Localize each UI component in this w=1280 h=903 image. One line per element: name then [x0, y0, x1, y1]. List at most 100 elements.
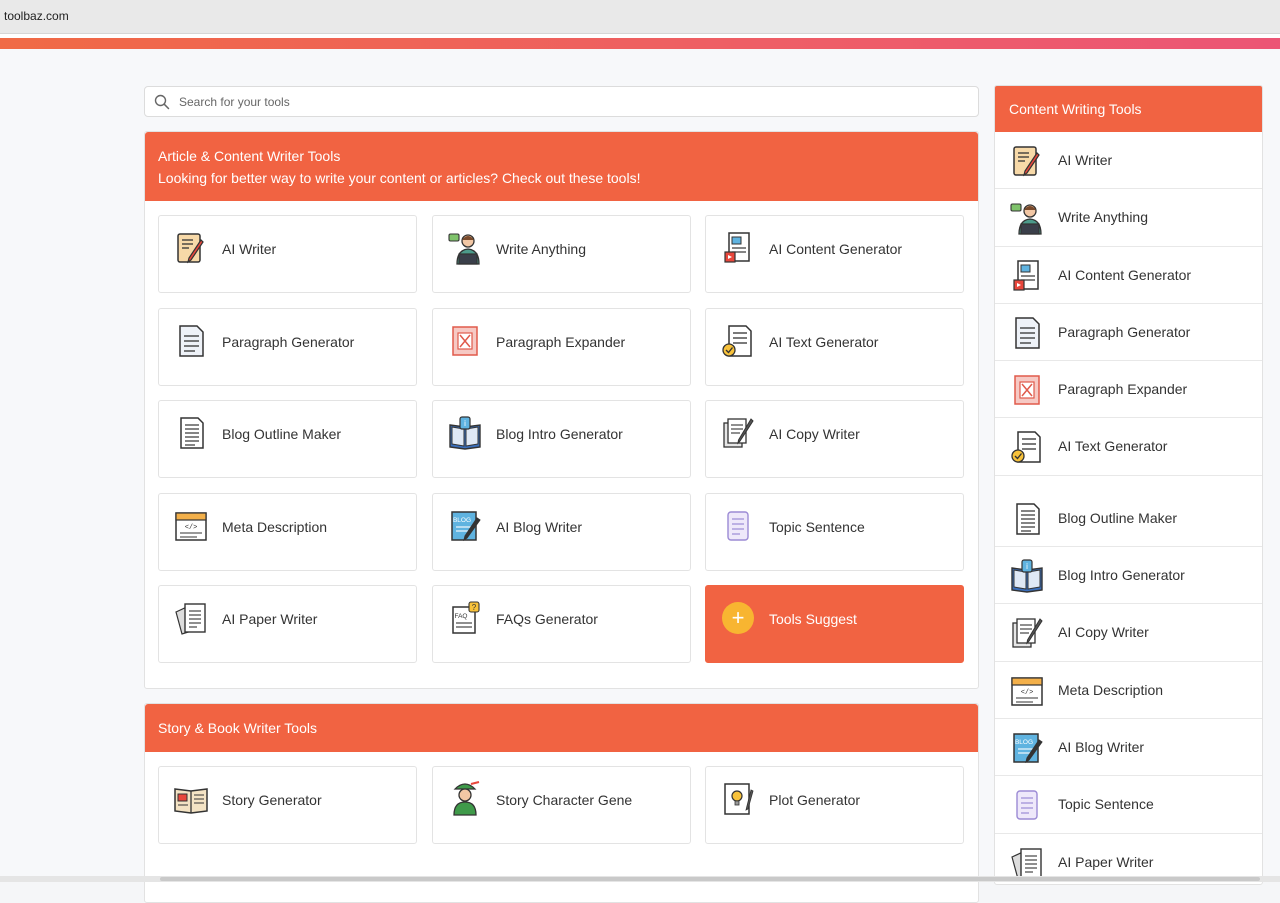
- tool-card-story-generator[interactable]: Story Generator: [158, 766, 417, 844]
- text-doc-check-icon: [720, 323, 756, 359]
- paragraph-doc-icon: [173, 323, 209, 359]
- sidebar-item-paragraph-generator[interactable]: Paragraph Generator: [995, 304, 1262, 362]
- svg-text:BLOG: BLOG: [453, 517, 471, 524]
- sidebar-item-label: AI Text Generator: [1058, 438, 1168, 455]
- section-title: Story & Book Writer Tools: [158, 720, 317, 736]
- faq-doc-icon: FAQ?: [447, 600, 483, 636]
- tool-label: AI Writer: [222, 241, 277, 257]
- tool-label: AI Paper Writer: [222, 611, 318, 627]
- sidebar-item-blog-intro-generator[interactable]: i Blog Intro Generator: [995, 547, 1262, 605]
- sidebar-item-ai-copy-writer[interactable]: AI Copy Writer: [995, 604, 1262, 662]
- tool-card-ai-writer[interactable]: AI Writer: [158, 215, 417, 293]
- horizontal-scrollbar[interactable]: [0, 876, 1280, 882]
- sidebar-item-label: AI Blog Writer: [1058, 738, 1145, 755]
- sidebar-item-label: Meta Description: [1058, 681, 1164, 698]
- sidebar-item-label: AI Copy Writer: [1058, 624, 1149, 641]
- tool-card-paragraph-generator[interactable]: Paragraph Generator: [158, 307, 417, 386]
- sidebar-item-label: Blog Outline Maker: [1058, 509, 1178, 526]
- url-text[interactable]: toolbaz.com: [4, 9, 69, 23]
- sidebar-list: AI Writer Write Anything AI Content Genera…: [995, 132, 1262, 884]
- tool-label: Paragraph Expander: [496, 333, 626, 350]
- svg-text:</>: </>: [1021, 689, 1034, 697]
- tool-label: Blog Outline Maker: [222, 426, 342, 442]
- tool-label: Story Generator: [222, 792, 322, 808]
- code-doc-icon: </>: [173, 508, 209, 544]
- book-info-icon: i: [1009, 558, 1045, 594]
- tool-card-ai-content-generator[interactable]: AI Content Generator: [705, 215, 964, 293]
- expand-icon: [1009, 372, 1045, 408]
- sidebar-item-paragraph-expander[interactable]: Paragraph Expander: [995, 361, 1262, 419]
- tool-label: FAQs Generator: [496, 611, 598, 627]
- story-tools-header: Story & Book Writer Tools: [145, 704, 978, 752]
- bulb-notebook-icon: [720, 781, 756, 817]
- sidebar-item-blog-outline-maker[interactable]: Blog Outline Maker: [995, 490, 1262, 548]
- search-icon: [154, 94, 170, 110]
- sidebar-item-label: AI Writer: [1058, 152, 1113, 168]
- brand-gradient-bar: [0, 38, 1280, 49]
- content-doc-icon: [1009, 258, 1045, 294]
- sidebar-item-write-anything[interactable]: Write Anything: [995, 189, 1262, 247]
- tool-label: Paragraph Generator: [222, 333, 355, 350]
- sidebar-item-label: Topic Sentence: [1058, 796, 1154, 813]
- open-book-icon: [173, 781, 209, 817]
- article-tools-header: Article & Content Writer Tools Looking f…: [145, 132, 978, 201]
- person-laptop-icon: [447, 230, 483, 266]
- tool-card-blog-intro-generator[interactable]: i Blog Intro Generator: [432, 400, 691, 478]
- text-doc-check-icon: [1009, 429, 1045, 465]
- tool-card-write-anything[interactable]: Write Anything: [432, 215, 691, 293]
- scroll-doc-icon: [720, 508, 756, 544]
- copy-pen-icon: [720, 415, 756, 451]
- page-body: Article & Content Writer Tools Looking f…: [0, 49, 1280, 903]
- plus-icon: +: [722, 602, 754, 634]
- tool-label: Plot Generator: [769, 792, 861, 808]
- tool-card-plot-generator[interactable]: Plot Generator: [705, 766, 964, 844]
- svg-text:i: i: [464, 419, 466, 428]
- svg-text:</>: </>: [185, 524, 198, 532]
- sidebar-item-label: AI Content Generator: [1058, 266, 1192, 283]
- scrollbar-thumb[interactable]: [160, 877, 1260, 881]
- search-input[interactable]: [179, 91, 959, 113]
- tool-label: AI Blog Writer: [496, 518, 583, 535]
- tool-card-story-character-gene[interactable]: Story Character Gene: [432, 766, 691, 844]
- article-tools-panel: Article & Content Writer Tools Looking f…: [144, 131, 979, 689]
- sidebar: Content Writing Tools AI Writer Write Any…: [994, 85, 1263, 885]
- tool-card-paragraph-expander[interactable]: Paragraph Expander: [432, 307, 691, 386]
- section-title: Article & Content Writer Tools: [158, 148, 341, 164]
- outline-doc-icon: [173, 415, 209, 451]
- sidebar-item-label: AI Paper Writer: [1058, 853, 1154, 870]
- sidebar-item-ai-writer[interactable]: AI Writer: [995, 132, 1262, 190]
- svg-text:i: i: [1026, 562, 1028, 571]
- tool-label: Blog Intro Generator: [496, 426, 623, 442]
- sidebar-item-label: Write Anything: [1058, 209, 1149, 226]
- blog-pen-icon: BLOG: [1009, 730, 1045, 766]
- tool-label: Meta Description: [222, 518, 328, 535]
- code-doc-icon: </>: [1009, 673, 1045, 709]
- tool-card-faqs-generator[interactable]: FAQ? FAQs Generator: [432, 585, 691, 663]
- story-tools-panel: Story & Book Writer Tools Story Generato…: [144, 703, 979, 903]
- tool-card-ai-paper-writer[interactable]: AI Paper Writer: [158, 585, 417, 663]
- papers-icon: [173, 600, 209, 636]
- tool-card-ai-text-generator[interactable]: AI Text Generator: [705, 307, 964, 386]
- tool-label: AI Text Generator: [769, 333, 879, 350]
- browser-address-bar[interactable]: toolbaz.com: [0, 0, 1280, 34]
- sidebar-item-label: Blog Intro Generator: [1058, 567, 1185, 584]
- copy-pen-icon: [1009, 615, 1045, 651]
- tool-label: Topic Sentence: [769, 518, 865, 535]
- tool-card-ai-blog-writer[interactable]: BLOG AI Blog Writer: [432, 492, 691, 571]
- tool-card-ai-copy-writer[interactable]: AI Copy Writer: [705, 400, 964, 478]
- book-info-icon: i: [447, 415, 483, 451]
- sidebar-item-ai-text-generator[interactable]: AI Text Generator: [995, 418, 1262, 476]
- sidebar-item-ai-content-generator[interactable]: AI Content Generator: [995, 247, 1262, 304]
- section-subtitle: Looking for better way to write your con…: [158, 170, 641, 186]
- tool-label: AI Copy Writer: [769, 426, 860, 442]
- tool-card-blog-outline-maker[interactable]: Blog Outline Maker: [158, 400, 417, 478]
- sidebar-item-topic-sentence[interactable]: Topic Sentence: [995, 776, 1262, 834]
- tool-label: Story Character Gene: [496, 792, 633, 808]
- tool-card-meta-description[interactable]: </> Meta Description: [158, 492, 417, 571]
- tool-card-topic-sentence[interactable]: Topic Sentence: [705, 492, 964, 571]
- search-box[interactable]: [144, 86, 979, 117]
- sidebar-item-meta-description[interactable]: </> Meta Description: [995, 662, 1262, 719]
- tools-suggest-card[interactable]: + Tools Suggest: [705, 585, 964, 663]
- sidebar-item-ai-blog-writer[interactable]: BLOG AI Blog Writer: [995, 719, 1262, 777]
- outline-doc-icon: [1009, 501, 1045, 537]
